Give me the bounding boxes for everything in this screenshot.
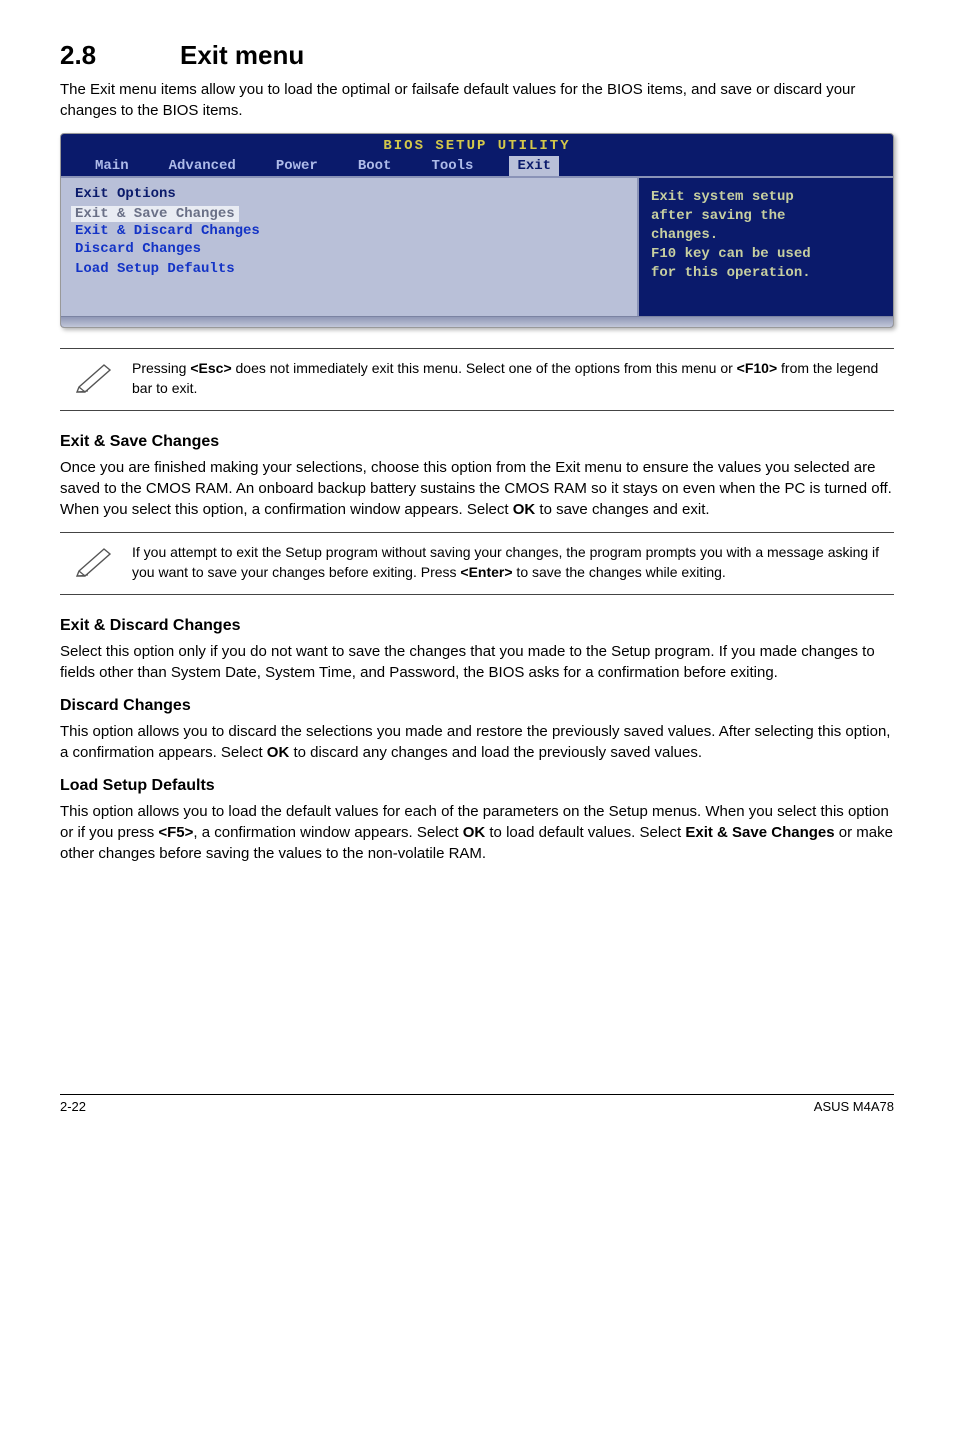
subhead-exit-save: Exit & Save Changes xyxy=(60,433,894,451)
bios-footer-shadow xyxy=(61,316,893,327)
bios-tabs: Main Advanced Power Boot Tools Exit xyxy=(61,156,893,176)
text-fragment: to discard any changes and load the prev… xyxy=(289,744,702,761)
bios-help-panel: Exit system setup after saving the chang… xyxy=(639,176,893,316)
ok-bold: OK xyxy=(463,824,486,841)
bios-title: BIOS SETUP UTILITY xyxy=(91,138,863,156)
footer-model: ASUS M4A78 xyxy=(814,1099,894,1114)
page-footer: 2-22 ASUS M4A78 xyxy=(60,1094,894,1114)
note-row-esc: Pressing <Esc> does not immediately exit… xyxy=(60,348,894,411)
para-discard: This option allows you to discard the se… xyxy=(60,721,894,763)
bios-title-row: BIOS SETUP UTILITY xyxy=(61,134,893,156)
bios-setup-box: BIOS SETUP UTILITY Main Advanced Power B… xyxy=(60,133,894,328)
esc-key: <Esc> xyxy=(190,360,231,376)
note-text: Pressing <Esc> does not immediately exit… xyxy=(132,359,894,398)
note-row-enter: If you attempt to exit the Setup program… xyxy=(60,532,894,595)
bios-left-title: Exit Options xyxy=(75,186,623,202)
bios-help-line: Exit system setup xyxy=(651,188,881,207)
subhead-defaults: Load Setup Defaults xyxy=(60,777,894,795)
bios-tab-boot[interactable]: Boot xyxy=(354,156,396,176)
para-exit-discard: Select this option only if you do not wa… xyxy=(60,641,894,683)
section-heading: 2.8Exit menu xyxy=(60,40,894,71)
enter-key: <Enter> xyxy=(460,564,512,580)
note-fragment: Pressing xyxy=(132,360,190,376)
section-title: Exit menu xyxy=(180,40,304,70)
text-fragment: , a confirmation window appears. Select xyxy=(193,824,462,841)
bios-help-line: F10 key can be used xyxy=(651,245,881,264)
note-fragment: does not immediately exit this menu. Sel… xyxy=(232,360,737,376)
note-text: If you attempt to exit the Setup program… xyxy=(132,543,894,582)
bios-tab-advanced[interactable]: Advanced xyxy=(165,156,240,176)
f10-key: <F10> xyxy=(737,360,777,376)
bios-item-exit-discard[interactable]: Exit & Discard Changes xyxy=(75,222,623,240)
para-exit-save: Once you are finished making your select… xyxy=(60,457,894,520)
bios-tab-power[interactable]: Power xyxy=(272,156,322,176)
ok-bold: OK xyxy=(513,501,536,518)
note-fragment: to save the changes while exiting. xyxy=(513,564,726,580)
text-fragment: to save changes and exit. xyxy=(535,501,709,518)
pencil-icon xyxy=(60,543,132,577)
ok-bold: OK xyxy=(267,744,290,761)
bios-item-defaults[interactable]: Load Setup Defaults xyxy=(75,260,623,278)
text-fragment: to load default values. Select xyxy=(485,824,685,841)
bios-help-line: after saving the xyxy=(651,207,881,226)
bios-left-panel: Exit Options Exit & Save Changes Exit & … xyxy=(61,176,639,316)
subhead-exit-discard: Exit & Discard Changes xyxy=(60,617,894,635)
bios-help-line: for this operation. xyxy=(651,264,881,283)
bios-tab-main[interactable]: Main xyxy=(91,156,133,176)
para-defaults: This option allows you to load the defau… xyxy=(60,801,894,864)
bios-tab-exit[interactable]: Exit xyxy=(509,156,559,176)
section-number: 2.8 xyxy=(60,40,180,71)
pencil-icon xyxy=(60,359,132,393)
bios-help-line: changes. xyxy=(651,226,881,245)
subhead-discard: Discard Changes xyxy=(60,697,894,715)
exit-save-bold: Exit & Save Changes xyxy=(685,824,834,841)
text-fragment: Once you are finished making your select… xyxy=(60,459,892,518)
bios-tab-tools[interactable]: Tools xyxy=(427,156,477,176)
bios-item-exit-save[interactable]: Exit & Save Changes xyxy=(71,206,239,222)
page-number: 2-22 xyxy=(60,1099,86,1114)
bios-item-discard[interactable]: Discard Changes xyxy=(75,240,623,258)
bios-body: Exit Options Exit & Save Changes Exit & … xyxy=(61,176,893,316)
f5-key: <F5> xyxy=(158,824,193,841)
intro-paragraph: The Exit menu items allow you to load th… xyxy=(60,79,894,121)
